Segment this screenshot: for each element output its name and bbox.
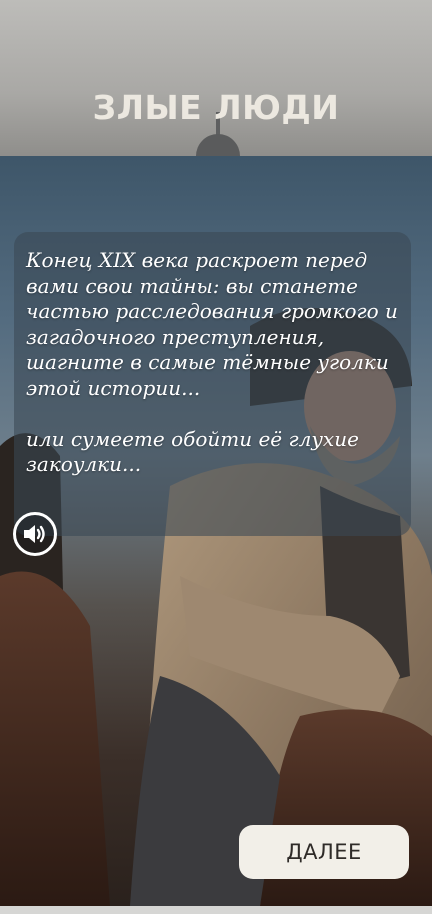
- header-banner: [0, 0, 432, 156]
- story-intro-screen: ЗЛЫЕ ЛЮДИ Конец XIX века раскроет перед …: [0, 0, 432, 914]
- bottom-strip: [0, 906, 432, 914]
- sound-button[interactable]: [13, 512, 57, 556]
- intro-text: Конец XIX века раскроет перед вами свои …: [26, 248, 398, 476]
- tower-dome: [196, 134, 240, 156]
- next-button[interactable]: ДАЛЕЕ: [239, 825, 409, 879]
- speaker-volume-icon: [24, 525, 45, 543]
- page-title: ЗЛЫЕ ЛЮДИ: [92, 88, 340, 127]
- carriage-seat-left: [0, 571, 110, 906]
